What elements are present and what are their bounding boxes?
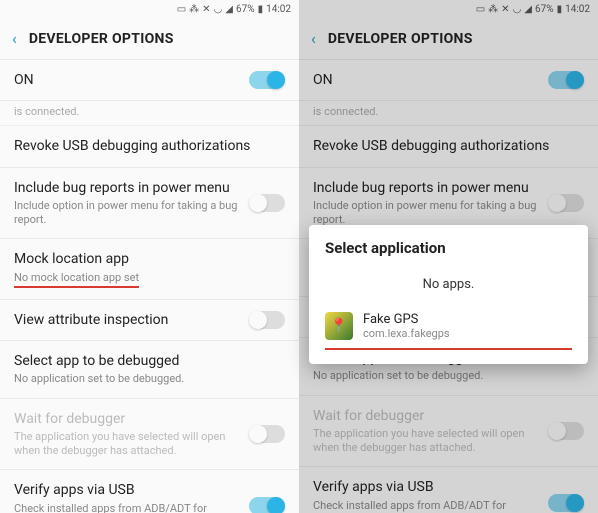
no-apps-option[interactable]: No apps. — [309, 267, 588, 302]
master-toggle[interactable] — [249, 71, 285, 89]
mock-label: Mock location app — [14, 250, 285, 268]
header: ‹ DEVELOPER OPTIONS — [299, 18, 598, 60]
bugreport-toggle[interactable] — [548, 194, 584, 212]
connected-row: is connected. — [0, 101, 299, 126]
mock-sub: No mock location app set — [14, 271, 285, 288]
bug-reports-row[interactable]: Include bug reports in power menu Includ… — [0, 168, 299, 240]
connected-row: is connected. — [299, 101, 598, 126]
on-label: ON — [313, 71, 538, 89]
bugreport-label: Include bug reports in power menu — [313, 179, 538, 197]
page-title: DEVELOPER OPTIONS — [328, 31, 473, 47]
wait-toggle — [249, 425, 285, 443]
on-label: ON — [14, 71, 239, 89]
battery-percent: 67% — [535, 4, 554, 15]
page-title: DEVELOPER OPTIONS — [29, 31, 174, 47]
battery-icon: ▮ — [258, 4, 264, 15]
bluetooth-icon: ⁂ — [488, 4, 498, 15]
wait-toggle — [548, 422, 584, 440]
verify-sub: Check installed apps from ADB/ADT for ha… — [14, 502, 239, 513]
wait-label: Wait for debugger — [313, 407, 538, 425]
revoke-label: Revoke USB debugging authorizations — [313, 137, 584, 155]
fake-gps-icon: 📍 — [325, 312, 353, 340]
wait-label: Wait for debugger — [14, 410, 239, 428]
clock: 14:02 — [266, 4, 291, 15]
status-bar: ▭ ⁂ ✕ ◡ ◢ 67% ▮ 14:02 — [0, 0, 299, 18]
view-attribute-row[interactable]: View attribute inspection — [0, 300, 299, 341]
verify-toggle[interactable] — [548, 494, 584, 512]
connected-text: is connected. — [14, 105, 79, 119]
screenshot-left: ▭ ⁂ ✕ ◡ ◢ 67% ▮ 14:02 ‹ DEVELOPER OPTION… — [0, 0, 299, 513]
signal-icon: ◢ — [524, 4, 532, 15]
notif-icon: ▭ — [177, 4, 186, 15]
bugreport-label: Include bug reports in power menu — [14, 179, 239, 197]
bluetooth-icon: ⁂ — [189, 4, 199, 15]
select-debug-sub: No application set to be debugged. — [14, 372, 285, 386]
bugreport-sub: Include option in power menu for taking … — [14, 199, 239, 228]
signal-icon: ◢ — [225, 4, 233, 15]
bugreport-sub: Include option in power menu for taking … — [313, 199, 538, 228]
wait-debugger-row: Wait for debugger The application you ha… — [0, 399, 299, 471]
header: ‹ DEVELOPER OPTIONS — [0, 18, 299, 60]
vibrate-icon: ✕ — [202, 4, 210, 15]
select-debug-sub: No application set to be debugged. — [313, 369, 584, 383]
verify-toggle[interactable] — [249, 497, 285, 513]
verify-sub: Check installed apps from ADB/ADT for ha… — [313, 499, 538, 513]
master-switch-row[interactable]: ON — [0, 60, 299, 101]
dialog-title: Select application — [309, 239, 588, 267]
status-bar: ▭ ⁂ ✕ ◡ ◢ 67% ▮ 14:02 — [299, 0, 598, 18]
wait-sub: The application you have selected will o… — [14, 430, 239, 459]
verify-label: Verify apps via USB — [14, 481, 239, 499]
connected-text: is connected. — [313, 105, 378, 119]
view-attr-toggle[interactable] — [249, 311, 285, 329]
master-toggle[interactable] — [548, 71, 584, 89]
battery-icon: ▮ — [557, 4, 563, 15]
master-switch-row[interactable]: ON — [299, 60, 598, 101]
app-name: Fake GPS — [363, 312, 450, 327]
app-package: com.lexa.fakegps — [363, 327, 450, 340]
verify-apps-row[interactable]: Verify apps via USB Check installed apps… — [0, 470, 299, 513]
view-attr-label: View attribute inspection — [14, 311, 239, 329]
clock: 14:02 — [565, 4, 590, 15]
wait-debugger-row: Wait for debugger The application you ha… — [299, 396, 598, 468]
notif-icon: ▭ — [476, 4, 485, 15]
revoke-usb-row[interactable]: Revoke USB debugging authorizations — [299, 126, 598, 167]
wifi-icon: ◡ — [214, 4, 223, 15]
highlight-underline — [325, 348, 572, 350]
bugreport-toggle[interactable] — [249, 194, 285, 212]
verify-label: Verify apps via USB — [313, 478, 538, 496]
settings-list: ON is connected. Revoke USB debugging au… — [0, 60, 299, 513]
back-icon[interactable]: ‹ — [311, 29, 316, 48]
mock-location-row[interactable]: Mock location app No mock location app s… — [0, 239, 299, 299]
revoke-label: Revoke USB debugging authorizations — [14, 137, 285, 155]
wifi-icon: ◡ — [513, 4, 522, 15]
wait-sub: The application you have selected will o… — [313, 427, 538, 456]
verify-apps-row[interactable]: Verify apps via USB Check installed apps… — [299, 467, 598, 513]
select-debug-app-row[interactable]: Select app to be debugged No application… — [0, 341, 299, 398]
screenshot-right: ▭ ⁂ ✕ ◡ ◢ 67% ▮ 14:02 ‹ DEVELOPER OPTION… — [299, 0, 598, 513]
battery-percent: 67% — [236, 4, 255, 15]
vibrate-icon: ✕ — [501, 4, 509, 15]
select-application-dialog: Select application No apps. 📍 Fake GPS c… — [309, 225, 588, 364]
back-icon[interactable]: ‹ — [12, 29, 17, 48]
select-debug-label: Select app to be debugged — [14, 352, 285, 370]
revoke-usb-row[interactable]: Revoke USB debugging authorizations — [0, 126, 299, 167]
fake-gps-option[interactable]: 📍 Fake GPS com.lexa.fakegps — [309, 302, 588, 344]
